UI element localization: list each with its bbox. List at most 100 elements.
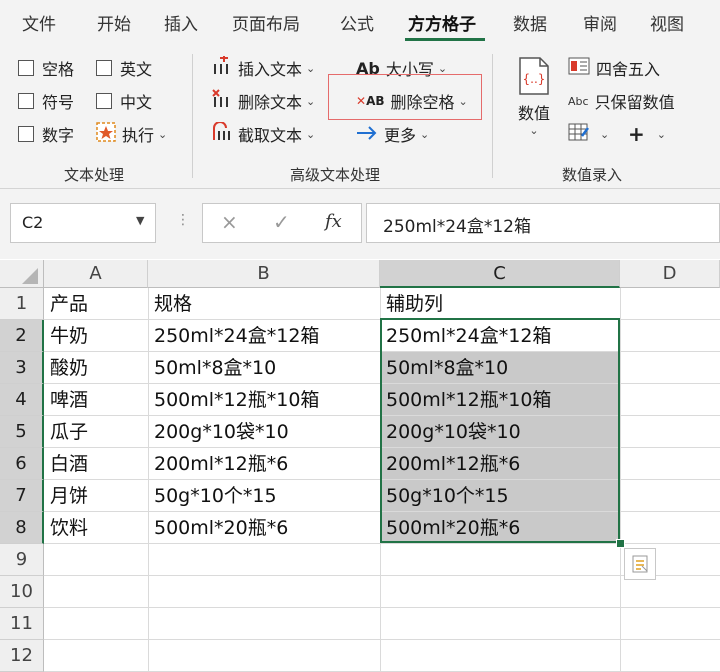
more-button[interactable]: 更多 ⌄ (356, 122, 429, 146)
extract-text-icon (212, 121, 232, 146)
chevron-down-icon[interactable]: ⌄ (420, 128, 429, 141)
cell-a1[interactable]: 产品 (44, 288, 88, 320)
quick-analysis-button[interactable] (624, 548, 656, 580)
row-header[interactable]: 5 (0, 416, 44, 448)
tab-formulas[interactable]: 公式 (340, 10, 374, 35)
cell-b7[interactable]: 50g*10个*15 (148, 480, 277, 512)
keep-numeric-button[interactable]: Abc 只保留数值 (568, 89, 675, 113)
cell-b3[interactable]: 50ml*8盒*10 (148, 352, 276, 384)
row-header[interactable]: 8 (0, 512, 44, 544)
menu-bar: 文件 开始 插入 页面布局 公式 方方格子 数据 审阅 视图 (0, 0, 720, 44)
row-header[interactable]: 11 (0, 608, 44, 640)
column-header-c[interactable]: C (380, 260, 620, 288)
highlight-annotation-box (328, 74, 482, 120)
formula-controls: × ✓ fx (202, 203, 362, 243)
row-header[interactable]: 2 (0, 320, 44, 352)
round-label: 四舍五入 (596, 60, 661, 79)
column-header-a[interactable]: A (44, 260, 148, 288)
tab-data[interactable]: 数据 (513, 10, 547, 35)
checkbox-english[interactable]: 英文 (96, 56, 152, 80)
fill-handle[interactable] (616, 539, 625, 548)
chevron-down-icon[interactable]: ⌄ (306, 128, 315, 141)
cell-a7[interactable]: 月饼 (44, 480, 88, 512)
checkbox-icon[interactable] (96, 60, 112, 76)
checkbox-chinese[interactable]: 中文 (96, 89, 152, 113)
svg-text:{..}: {..} (523, 72, 546, 86)
row-header[interactable]: 7 (0, 480, 44, 512)
tab-home[interactable]: 开始 (97, 10, 131, 35)
value-icon: {..} (512, 56, 556, 100)
extract-text-button[interactable]: 截取文本 ⌄ (212, 121, 315, 146)
cell-b8[interactable]: 500ml*20瓶*6 (148, 512, 288, 544)
checkbox-symbol[interactable]: 符号 (18, 89, 74, 113)
selection-border (380, 318, 620, 543)
column-header-d[interactable]: D (620, 260, 720, 288)
row-header[interactable]: 12 (0, 640, 44, 672)
group-label-advanced-text: 高级文本处理 (290, 166, 381, 184)
table-edit-button[interactable]: ⌄ (568, 122, 609, 146)
row-header[interactable]: 4 (0, 384, 44, 416)
confirm-icon[interactable]: ✓ (273, 210, 290, 234)
group-label-text: 文本处理 (64, 166, 125, 184)
checkbox-icon[interactable] (96, 93, 112, 109)
name-box-value: C2 (22, 213, 44, 232)
active-tab-indicator (405, 38, 485, 41)
gridline (44, 575, 720, 576)
cell-c1[interactable]: 辅助列 (380, 288, 443, 320)
row-header[interactable]: 10 (0, 576, 44, 608)
cell-a5[interactable]: 瓜子 (44, 416, 88, 448)
chevron-down-icon[interactable]: ⌄ (600, 128, 609, 141)
tab-file[interactable]: 文件 (22, 10, 56, 35)
execute-label: 执行 (122, 126, 155, 145)
tab-review[interactable]: 审阅 (583, 10, 617, 35)
value-button[interactable]: {..} 数值 ⌄ (512, 56, 556, 152)
insert-function-icon[interactable]: fx (325, 211, 342, 232)
chevron-down-icon[interactable]: ⌄ (657, 128, 666, 141)
cell-a4[interactable]: 啤酒 (44, 384, 88, 416)
chevron-down-icon[interactable]: ⌄ (306, 62, 315, 75)
chevron-down-icon[interactable]: ⌄ (306, 95, 315, 108)
quick-analysis-icon (630, 554, 650, 578)
extract-text-label: 截取文本 (238, 126, 303, 145)
plus-button[interactable]: + ⌄ (628, 122, 666, 146)
more-options-icon[interactable]: ⋮ (176, 212, 190, 228)
cell-b1[interactable]: 规格 (148, 288, 192, 320)
row-header[interactable]: 3 (0, 352, 44, 384)
cell-a8[interactable]: 饮料 (44, 512, 88, 544)
checkbox-number[interactable]: 数字 (18, 122, 74, 146)
cell-b4[interactable]: 500ml*12瓶*10箱 (148, 384, 319, 416)
row-header[interactable]: 9 (0, 544, 44, 576)
insert-text-icon (212, 56, 232, 80)
execute-button[interactable]: 执行 ⌄ (96, 122, 167, 146)
chevron-down-icon[interactable]: ⌄ (512, 124, 556, 137)
tab-page-layout[interactable]: 页面布局 (232, 10, 300, 35)
cancel-icon[interactable]: × (221, 210, 238, 234)
chevron-down-icon[interactable]: ⌄ (438, 62, 447, 75)
cell-b5[interactable]: 200g*10袋*10 (148, 416, 289, 448)
row-header[interactable]: 1 (0, 288, 44, 320)
select-all-corner[interactable] (0, 260, 44, 288)
cell-a2[interactable]: 牛奶 (44, 320, 88, 352)
delete-text-button[interactable]: 删除文本 ⌄ (212, 89, 315, 113)
row-header[interactable]: 6 (0, 448, 44, 480)
chevron-down-icon[interactable]: ▼ (136, 214, 144, 227)
column-header-b[interactable]: B (148, 260, 380, 288)
tab-fangfang-gezi[interactable]: 方方格子 (408, 10, 476, 35)
insert-text-label: 插入文本 (238, 60, 303, 79)
checkbox-icon[interactable] (18, 126, 34, 142)
table-edit-icon (568, 122, 590, 146)
chevron-down-icon[interactable]: ⌄ (158, 128, 167, 141)
execute-icon (96, 122, 116, 146)
checkbox-space[interactable]: 空格 (18, 56, 74, 80)
insert-text-button[interactable]: 插入文本 ⌄ (212, 56, 315, 80)
cell-a6[interactable]: 白酒 (44, 448, 88, 480)
cell-b6[interactable]: 200ml*12瓶*6 (148, 448, 288, 480)
checkbox-icon[interactable] (18, 93, 34, 109)
round-icon (568, 56, 590, 80)
cell-a3[interactable]: 酸奶 (44, 352, 88, 384)
tab-insert[interactable]: 插入 (164, 10, 198, 35)
checkbox-icon[interactable] (18, 60, 34, 76)
cell-b2[interactable]: 250ml*24盒*12箱 (148, 320, 319, 352)
tab-view[interactable]: 视图 (650, 10, 684, 35)
round-button[interactable]: 四舍五入 (568, 56, 660, 80)
